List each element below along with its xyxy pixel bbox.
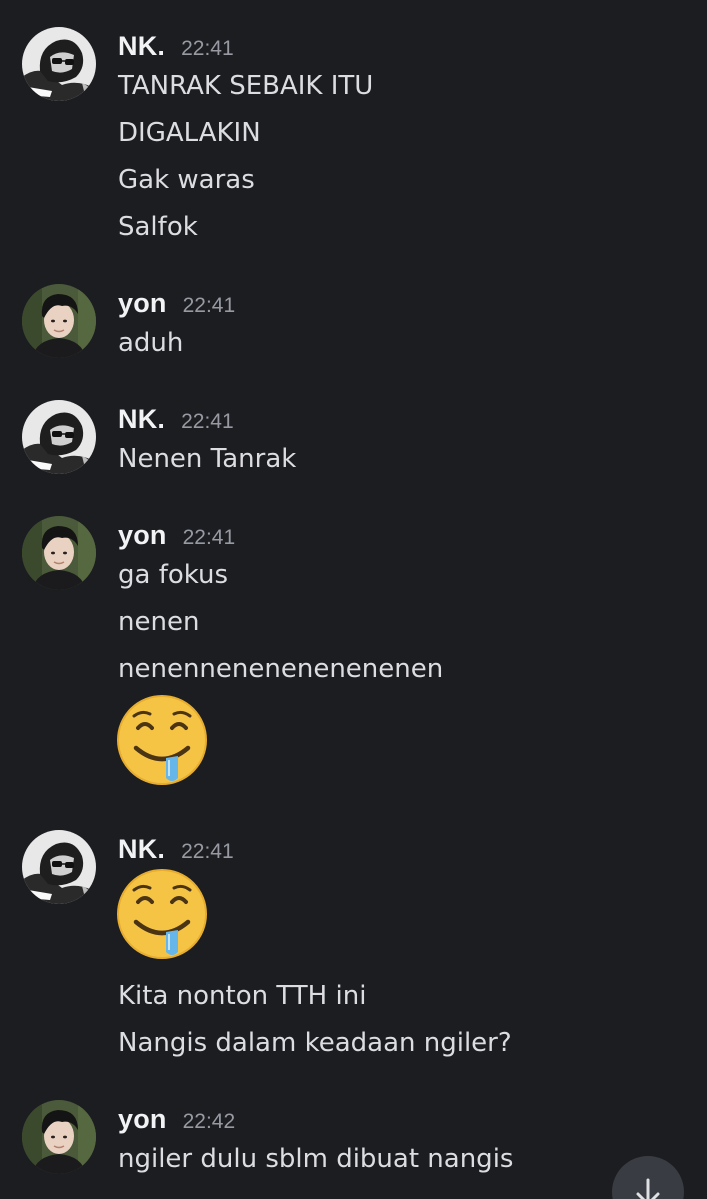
message-text: Gak waras [118,165,255,195]
message-text: nenen [118,607,200,637]
timestamp: 22:42 [182,1110,236,1133]
arrow-down-icon [636,1178,660,1199]
avatar[interactable] [22,27,96,101]
message-text: TANRAK SEBAIK ITU [118,71,374,101]
avatar[interactable] [22,830,96,904]
message-text: Nenen Tanrak [118,444,297,474]
message-header: NK. 22:41 [118,834,234,870]
drooling-smile-emoji-icon [116,694,208,786]
author-name[interactable]: NK. [118,404,165,435]
avatar-nk-icon [22,27,96,101]
message-text: aduh [118,328,184,358]
author-name[interactable]: NK. [118,31,165,62]
timestamp: 22:41 [181,410,234,433]
avatar-yon-icon [22,284,96,358]
avatar-yon-icon [22,1100,96,1174]
author-name[interactable]: NK. [118,834,165,865]
message-text: Kita nonton TTH ini [118,981,367,1011]
message-text: nenennenenenenenenen [118,654,444,684]
author-name[interactable]: yon [118,520,167,551]
avatar-nk-icon [22,400,96,474]
avatar-yon-icon [22,516,96,590]
message-header: yon 22:42 [118,1104,235,1140]
avatar-nk-icon [22,830,96,904]
avatar[interactable] [22,516,96,590]
timestamp: 22:41 [181,37,234,60]
timestamp: 22:41 [182,526,236,549]
message-text: DIGALAKIN [118,118,261,148]
drooling-smile-emoji-icon [116,868,208,960]
author-name[interactable]: yon [118,1104,167,1135]
message-header: NK. 22:41 [118,404,234,440]
message-header: NK. 22:41 [118,31,234,67]
avatar[interactable] [22,400,96,474]
author-name[interactable]: yon [118,288,167,319]
message-header: yon 22:41 [118,520,235,556]
avatar[interactable] [22,1100,96,1174]
message-text: ga fokus [118,560,229,590]
message-header: yon 22:41 [118,288,235,324]
jump-to-bottom-button[interactable] [612,1156,684,1199]
timestamp: 22:41 [182,294,236,317]
message-text: ngiler dulu sblm dibuat nangis [118,1144,514,1174]
message-text: Salfok [118,212,198,242]
avatar[interactable] [22,284,96,358]
message-text: Nangis dalam keadaan ngiler? [118,1028,512,1058]
timestamp: 22:41 [181,840,234,863]
